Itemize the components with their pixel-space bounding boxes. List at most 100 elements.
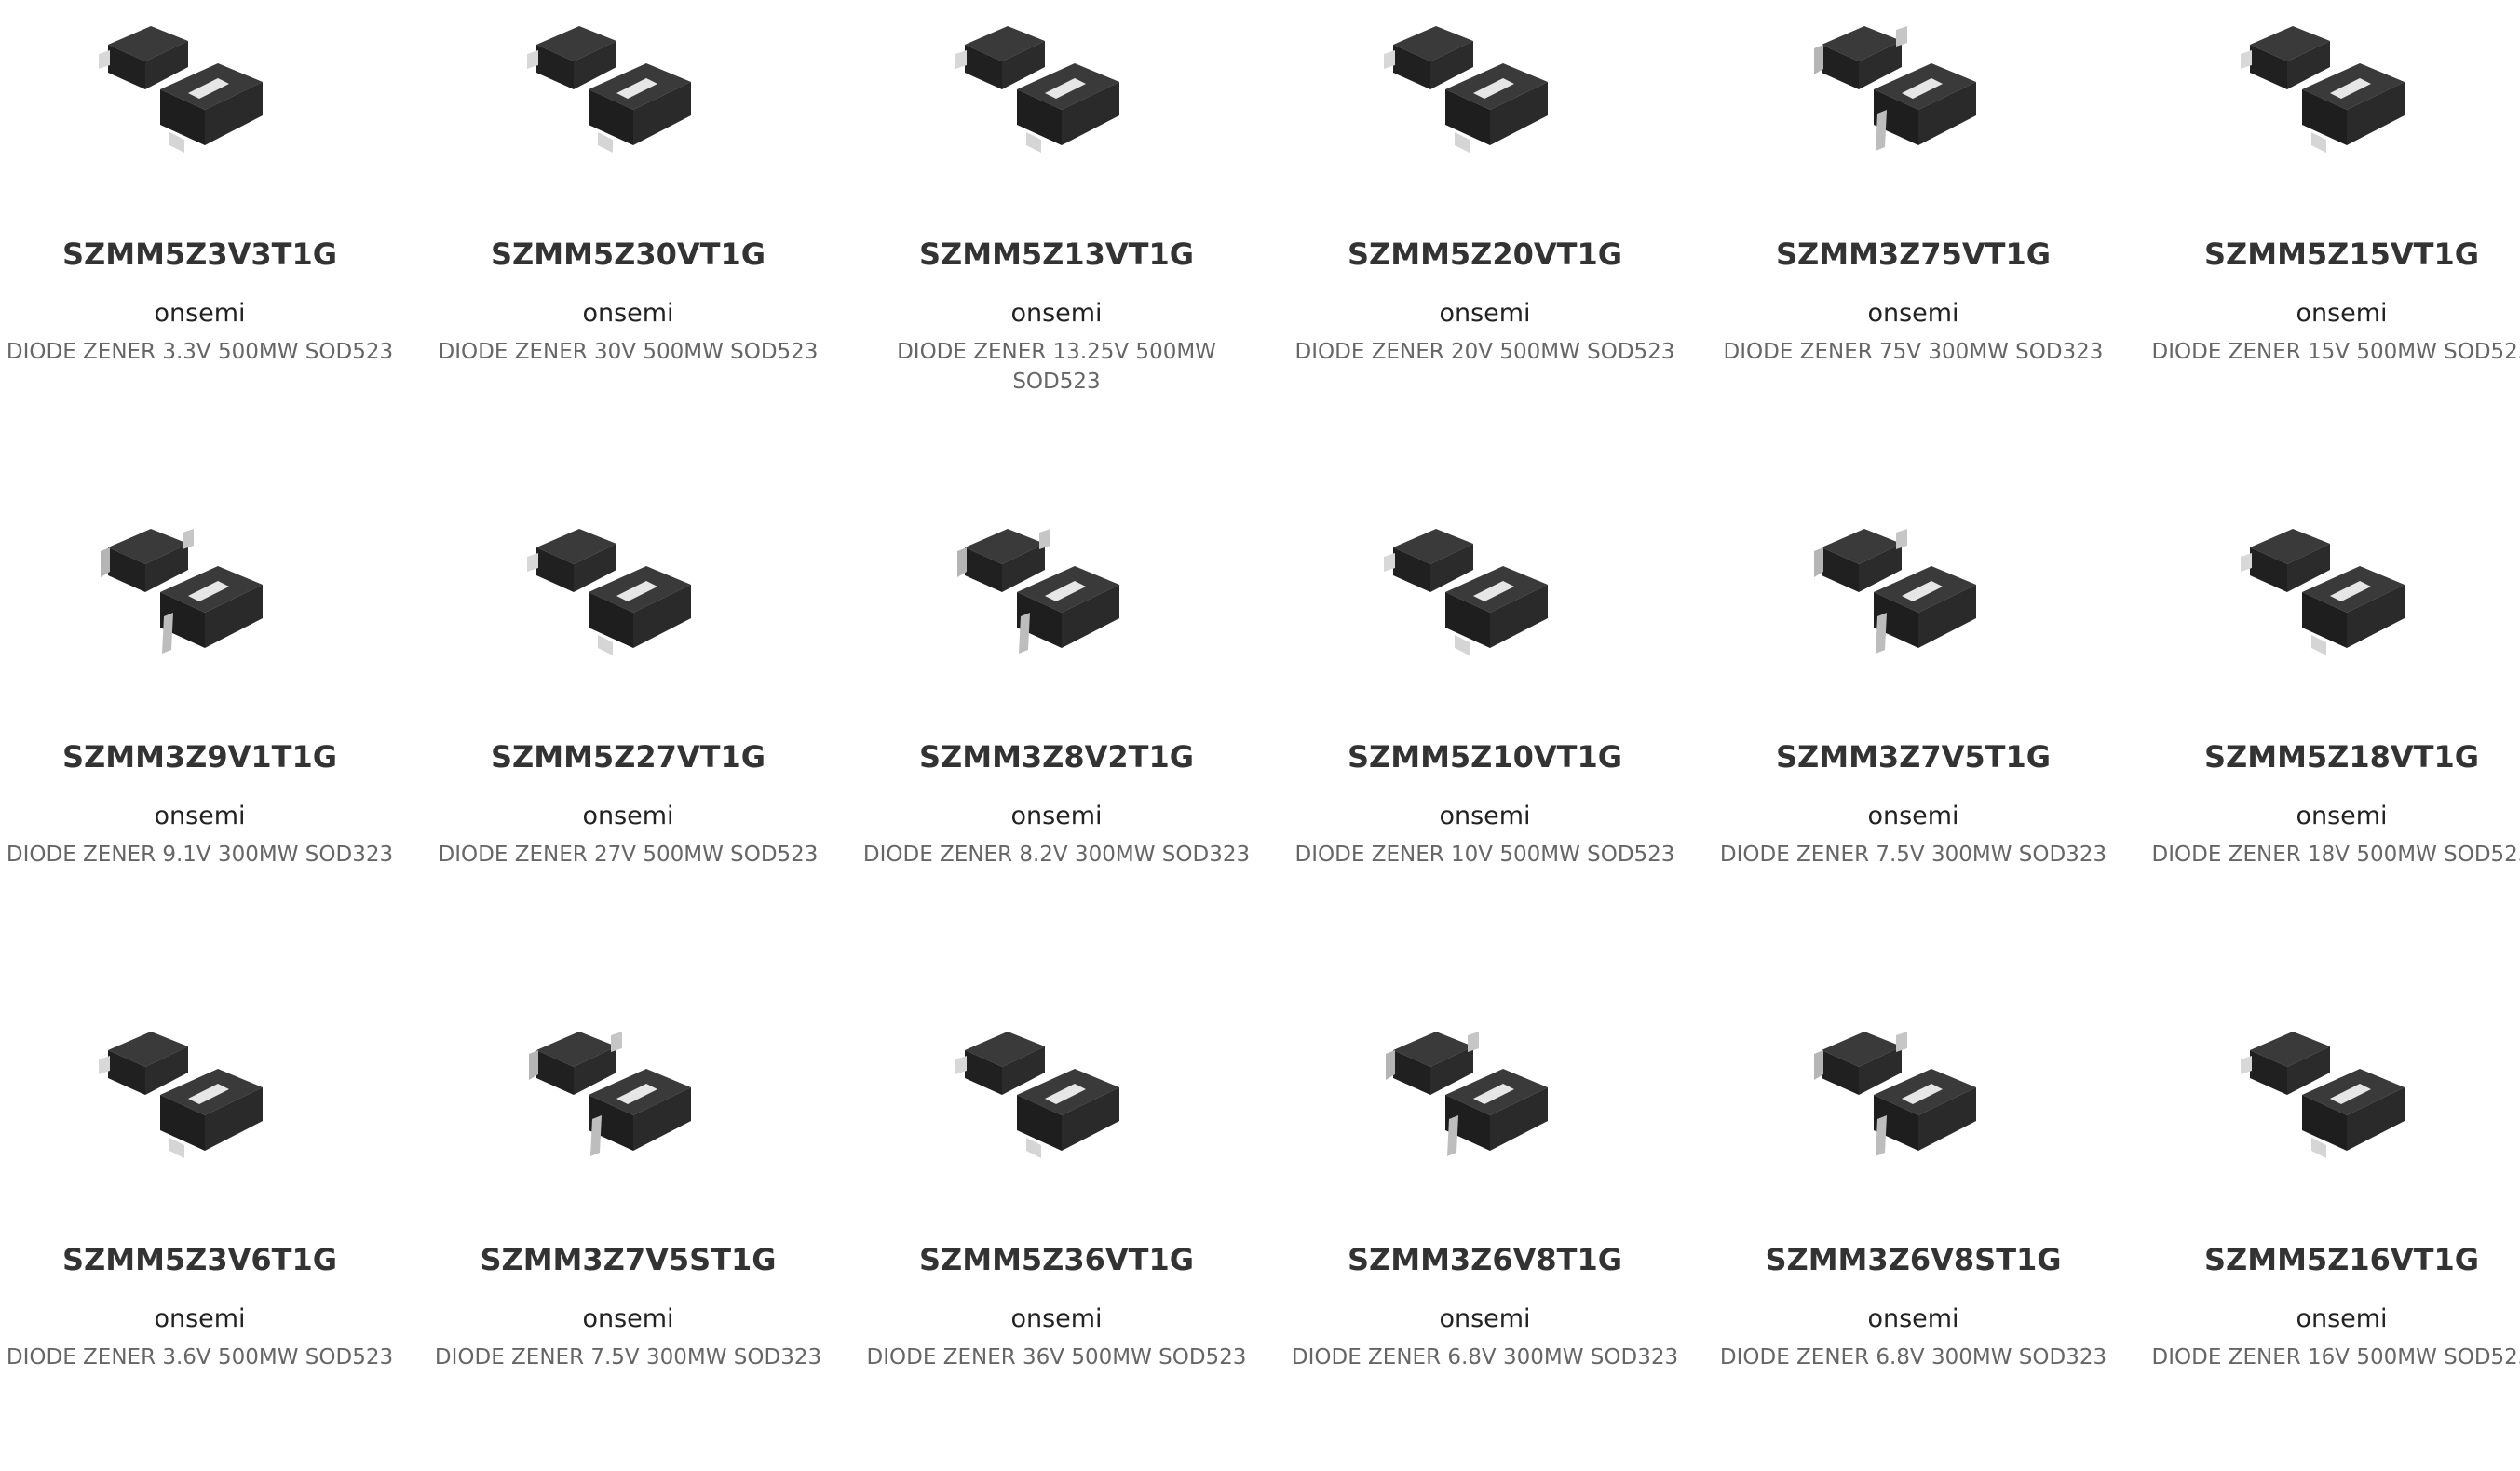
product-description: DIODE ZENER 18V 500MW SOD523 — [2151, 843, 2520, 867]
manufacturer: onsemi — [1867, 1304, 1959, 1333]
product-image[interactable] — [1363, 1015, 1587, 1164]
part-number[interactable]: SZMM3Z75VT1G — [1703, 236, 2123, 272]
part-number[interactable]: SZMM3Z6V8ST1G — [1703, 1242, 2123, 1277]
product-description: DIODE ZENER 15V 500MW SOD523 — [2151, 340, 2520, 364]
manufacturer: onsemi — [1010, 1304, 1103, 1333]
part-number[interactable]: SZMM5Z15VT1G — [2132, 236, 2520, 272]
product-description: DIODE ZENER 30V 500MW SOD523 — [438, 340, 819, 364]
sod523-diode-package-icon — [527, 529, 691, 655]
part-number[interactable]: SZMM3Z7V5ST1G — [418, 1242, 838, 1277]
product-card[interactable]: SZMM3Z7V5T1G onsemi DIODE ZENER 7.5V 300… — [1703, 503, 2123, 968]
product-image[interactable] — [1363, 9, 1587, 158]
product-image[interactable] — [507, 1015, 730, 1164]
product-card[interactable]: SZMM3Z6V8ST1G onsemi DIODE ZENER 6.8V 30… — [1703, 1005, 2123, 1471]
product-image[interactable] — [78, 1015, 302, 1164]
manufacturer: onsemi — [1867, 802, 1959, 830]
part-number[interactable]: SZMM5Z3V3T1G — [0, 236, 410, 272]
product-image[interactable] — [2220, 512, 2444, 661]
product-description: DIODE ZENER 13.25V 500MW SOD523 — [897, 340, 1216, 394]
sod323-diode-package-icon — [957, 529, 1119, 654]
product-card[interactable]: SZMM5Z20VT1G onsemi DIODE ZENER 20V 500M… — [1275, 0, 1695, 466]
product-description: DIODE ZENER 7.5V 300MW SOD323 — [1719, 843, 2107, 867]
product-image[interactable] — [2220, 9, 2444, 158]
part-number[interactable]: SZMM5Z36VT1G — [847, 1242, 1267, 1277]
sod523-diode-package-icon — [1384, 529, 1548, 655]
product-card[interactable]: SZMM5Z18VT1G onsemi DIODE ZENER 18V 500M… — [2132, 503, 2520, 968]
part-number[interactable]: SZMM5Z18VT1G — [2132, 739, 2520, 775]
manufacturer: onsemi — [1439, 802, 1531, 830]
part-number[interactable]: SZMM5Z27VT1G — [418, 739, 838, 775]
product-card[interactable]: SZMM5Z36VT1G onsemi DIODE ZENER 36V 500M… — [847, 1005, 1267, 1471]
product-image[interactable] — [1792, 512, 2015, 661]
product-description: DIODE ZENER 9.1V 300MW SOD323 — [6, 843, 394, 867]
part-number[interactable]: SZMM5Z20VT1G — [1275, 236, 1695, 272]
product-card[interactable]: SZMM5Z3V6T1G onsemi DIODE ZENER 3.6V 500… — [0, 1005, 410, 1471]
manufacturer: onsemi — [1439, 299, 1531, 328]
product-image[interactable] — [1363, 512, 1587, 661]
part-number[interactable]: SZMM5Z16VT1G — [2132, 1242, 2520, 1277]
manufacturer: onsemi — [582, 802, 674, 830]
manufacturer: onsemi — [154, 299, 246, 328]
sod323-diode-package-icon — [529, 1032, 691, 1156]
product-card[interactable]: SZMM5Z16VT1G onsemi DIODE ZENER 16V 500M… — [2132, 1005, 2520, 1471]
product-description: DIODE ZENER 20V 500MW SOD523 — [1294, 340, 1675, 364]
sod523-diode-package-icon — [2241, 529, 2405, 655]
product-image[interactable] — [1792, 9, 2015, 158]
product-card[interactable]: SZMM3Z7V5ST1G onsemi DIODE ZENER 7.5V 30… — [418, 1005, 838, 1471]
product-description: DIODE ZENER 6.8V 300MW SOD323 — [1719, 1345, 2107, 1370]
sod523-diode-package-icon — [2241, 1032, 2405, 1158]
manufacturer: onsemi — [2296, 1304, 2388, 1333]
sod523-diode-package-icon — [99, 1032, 263, 1158]
part-number[interactable]: SZMM3Z9V1T1G — [0, 739, 410, 775]
manufacturer: onsemi — [2296, 802, 2388, 830]
product-description: DIODE ZENER 3.3V 500MW SOD523 — [6, 340, 394, 364]
product-image[interactable] — [935, 1015, 1158, 1164]
product-card[interactable]: SZMM5Z30VT1G onsemi DIODE ZENER 30V 500M… — [418, 0, 838, 466]
part-number[interactable]: SZMM3Z6V8T1G — [1275, 1242, 1695, 1277]
product-card[interactable]: SZMM3Z9V1T1G onsemi DIODE ZENER 9.1V 300… — [0, 503, 410, 968]
product-description: DIODE ZENER 36V 500MW SOD523 — [866, 1345, 1247, 1370]
product-card[interactable]: SZMM5Z10VT1G onsemi DIODE ZENER 10V 500M… — [1275, 503, 1695, 968]
manufacturer: onsemi — [1439, 1304, 1531, 1333]
manufacturer: onsemi — [154, 1304, 246, 1333]
product-description: DIODE ZENER 8.2V 300MW SOD323 — [862, 843, 1251, 867]
product-image[interactable] — [78, 512, 302, 661]
sod523-diode-package-icon — [955, 1032, 1119, 1158]
sod523-diode-package-icon — [1384, 26, 1548, 153]
product-card[interactable]: SZMM3Z8V2T1G onsemi DIODE ZENER 8.2V 300… — [847, 503, 1267, 968]
part-number[interactable]: SZMM5Z30VT1G — [418, 236, 838, 272]
part-number[interactable]: SZMM5Z10VT1G — [1275, 739, 1695, 775]
part-number[interactable]: SZMM5Z3V6T1G — [0, 1242, 410, 1277]
product-image[interactable] — [935, 9, 1158, 158]
product-image[interactable] — [507, 512, 730, 661]
product-image[interactable] — [78, 9, 302, 158]
manufacturer: onsemi — [1010, 802, 1103, 830]
product-image[interactable] — [507, 9, 730, 158]
product-description: DIODE ZENER 6.8V 300MW SOD323 — [1291, 1345, 1679, 1370]
product-image[interactable] — [935, 512, 1158, 661]
product-image[interactable] — [2220, 1015, 2444, 1164]
manufacturer: onsemi — [2296, 299, 2388, 328]
product-description: DIODE ZENER 7.5V 300MW SOD323 — [434, 1345, 822, 1370]
manufacturer: onsemi — [1867, 299, 1959, 328]
part-number[interactable]: SZMM3Z8V2T1G — [847, 739, 1267, 775]
product-card[interactable]: SZMM5Z15VT1G onsemi DIODE ZENER 15V 500M… — [2132, 0, 2520, 466]
product-card[interactable]: SZMM3Z6V8T1G onsemi DIODE ZENER 6.8V 300… — [1275, 1005, 1695, 1471]
manufacturer: onsemi — [154, 802, 246, 830]
sod323-diode-package-icon — [1814, 26, 1976, 151]
product-description: DIODE ZENER 10V 500MW SOD523 — [1294, 843, 1675, 867]
product-card[interactable]: SZMM3Z75VT1G onsemi DIODE ZENER 75V 300M… — [1703, 0, 2123, 466]
part-number[interactable]: SZMM3Z7V5T1G — [1703, 739, 2123, 775]
product-grid: SZMM5Z3V3T1G onsemi DIODE ZENER 3.3V 500… — [0, 0, 2520, 1370]
sod323-diode-package-icon — [101, 529, 263, 654]
product-description: DIODE ZENER 27V 500MW SOD523 — [438, 843, 819, 867]
product-card[interactable]: SZMM5Z27VT1G onsemi DIODE ZENER 27V 500M… — [418, 503, 838, 968]
product-card[interactable]: SZMM5Z3V3T1G onsemi DIODE ZENER 3.3V 500… — [0, 0, 410, 466]
part-number[interactable]: SZMM5Z13VT1G — [847, 236, 1267, 272]
manufacturer: onsemi — [1010, 299, 1103, 328]
sod523-diode-package-icon — [527, 26, 691, 153]
sod523-diode-package-icon — [99, 26, 263, 153]
product-image[interactable] — [1792, 1015, 2015, 1164]
sod323-diode-package-icon — [1814, 529, 1976, 654]
product-card[interactable]: SZMM5Z13VT1G onsemi DIODE ZENER 13.25V 5… — [847, 0, 1267, 466]
